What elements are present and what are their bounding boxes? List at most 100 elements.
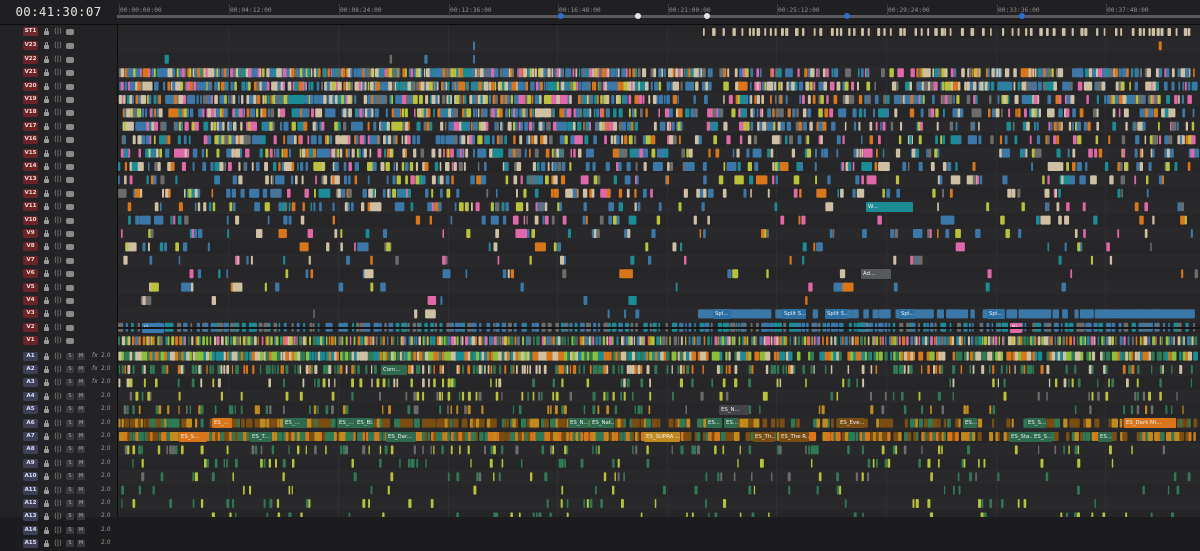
audio-clip[interactable] [1143, 486, 1145, 495]
video-clip[interactable] [909, 135, 912, 144]
subtitle-clip[interactable] [795, 28, 799, 36]
video-clip[interactable] [272, 175, 274, 184]
video-clip[interactable] [211, 122, 214, 131]
audio-clip[interactable] [269, 352, 272, 361]
video-clip[interactable] [219, 95, 221, 104]
video-clip[interactable] [944, 336, 947, 345]
audio-clip[interactable] [816, 445, 819, 454]
audio-clip[interactable] [1001, 499, 1003, 508]
audio-clip[interactable] [1126, 378, 1129, 387]
audio-clip[interactable] [536, 432, 539, 441]
video-clip[interactable] [1080, 242, 1082, 251]
audio-clip[interactable] [1149, 352, 1151, 361]
video-clip[interactable] [635, 122, 639, 131]
audio-clip[interactable] [195, 365, 198, 374]
video-clip[interactable] [475, 108, 477, 117]
video-clip[interactable] [906, 336, 908, 345]
audio-clip[interactable] [547, 419, 549, 428]
video-clip[interactable] [469, 336, 472, 345]
audio-clip[interactable] [300, 512, 302, 517]
video-clip[interactable] [138, 336, 141, 345]
audio-clip[interactable] [277, 419, 279, 428]
video-clip[interactable] [1164, 135, 1168, 144]
video-clip[interactable] [149, 95, 152, 104]
video-clip[interactable] [447, 189, 451, 198]
video-clip[interactable] [826, 336, 828, 345]
audio-clip[interactable] [646, 445, 648, 454]
video-clip[interactable] [306, 162, 308, 171]
video-clip[interactable] [384, 95, 387, 104]
video-clip[interactable] [1158, 122, 1160, 131]
video-clip[interactable] [1024, 108, 1027, 117]
video-clip[interactable] [707, 336, 710, 345]
audio-clip[interactable] [595, 486, 597, 495]
video-clip[interactable] [438, 175, 440, 184]
subtitle-clip[interactable] [757, 28, 761, 36]
audio-clip[interactable] [431, 445, 432, 454]
video-clip[interactable] [860, 336, 863, 345]
video-clip[interactable] [491, 216, 499, 225]
audio-clip[interactable] [831, 365, 833, 374]
video-clip[interactable] [181, 82, 184, 91]
video-clip[interactable] [153, 175, 156, 184]
mute-button[interactable]: M [77, 473, 85, 480]
video-clip[interactable] [130, 108, 132, 117]
video-clip[interactable] [637, 175, 639, 184]
eye-icon[interactable] [66, 110, 74, 116]
video-clip[interactable] [785, 336, 787, 345]
video-clip[interactable] [803, 242, 807, 251]
video-clip[interactable] [175, 242, 179, 251]
audio-clip[interactable] [201, 445, 204, 454]
video-clip[interactable] [122, 336, 125, 345]
video-clip[interactable] [1050, 122, 1052, 131]
audio-clip[interactable] [278, 512, 281, 517]
video-clip[interactable] [753, 108, 755, 117]
video-clip[interactable] [1144, 202, 1148, 211]
video-clip[interactable] [397, 336, 398, 345]
video-clip[interactable] [456, 68, 458, 77]
audio-clip[interactable] [434, 432, 436, 441]
video-clip[interactable] [876, 149, 878, 158]
video-clip[interactable] [513, 149, 516, 158]
audio-clip[interactable] [797, 352, 801, 361]
audio-clip[interactable] [561, 405, 564, 414]
video-clip[interactable] [182, 108, 184, 117]
audio-clip[interactable] [646, 459, 649, 468]
video-clip[interactable] [1014, 82, 1016, 91]
audio-clip[interactable] [595, 365, 598, 374]
audio-clip[interactable] [638, 419, 640, 428]
video-clip[interactable] [473, 108, 475, 117]
subtitle-clip[interactable] [819, 28, 822, 36]
video-clip[interactable] [264, 108, 266, 117]
video-clip[interactable] [427, 122, 430, 131]
video-clip[interactable] [203, 202, 206, 211]
video-clip[interactable] [877, 216, 882, 225]
video-clip[interactable] [1180, 135, 1182, 144]
video-clip[interactable] [638, 82, 640, 91]
video-clip[interactable] [1186, 122, 1188, 131]
video-clip[interactable] [478, 162, 480, 171]
video-clip[interactable] [211, 108, 215, 117]
video-clip[interactable] [1001, 108, 1003, 117]
lock-icon[interactable] [43, 379, 50, 386]
video-clip[interactable] [908, 162, 910, 171]
video-clip[interactable] [634, 336, 635, 345]
video-clip[interactable] [323, 95, 326, 104]
video-clip[interactable] [885, 336, 887, 345]
video-clip[interactable] [1188, 162, 1191, 171]
audio-clip[interactable] [496, 512, 498, 517]
video-clip[interactable] [619, 189, 622, 198]
audio-clip[interactable] [865, 352, 867, 361]
video-clip[interactable] [1066, 162, 1069, 171]
audio-clip[interactable] [1004, 392, 1007, 401]
track-header-v18[interactable]: V18⟨|⟩ [0, 106, 117, 119]
video-clip[interactable] [629, 216, 637, 225]
video-clip[interactable] [339, 283, 344, 292]
eye-icon[interactable] [66, 164, 74, 170]
video-clip[interactable] [581, 175, 589, 184]
video-clip[interactable] [147, 175, 149, 184]
video-clip[interactable] [953, 82, 959, 91]
video-clip[interactable] [969, 68, 972, 77]
clip-layer[interactable] [118, 25, 1200, 517]
video-clip[interactable] [194, 229, 197, 238]
